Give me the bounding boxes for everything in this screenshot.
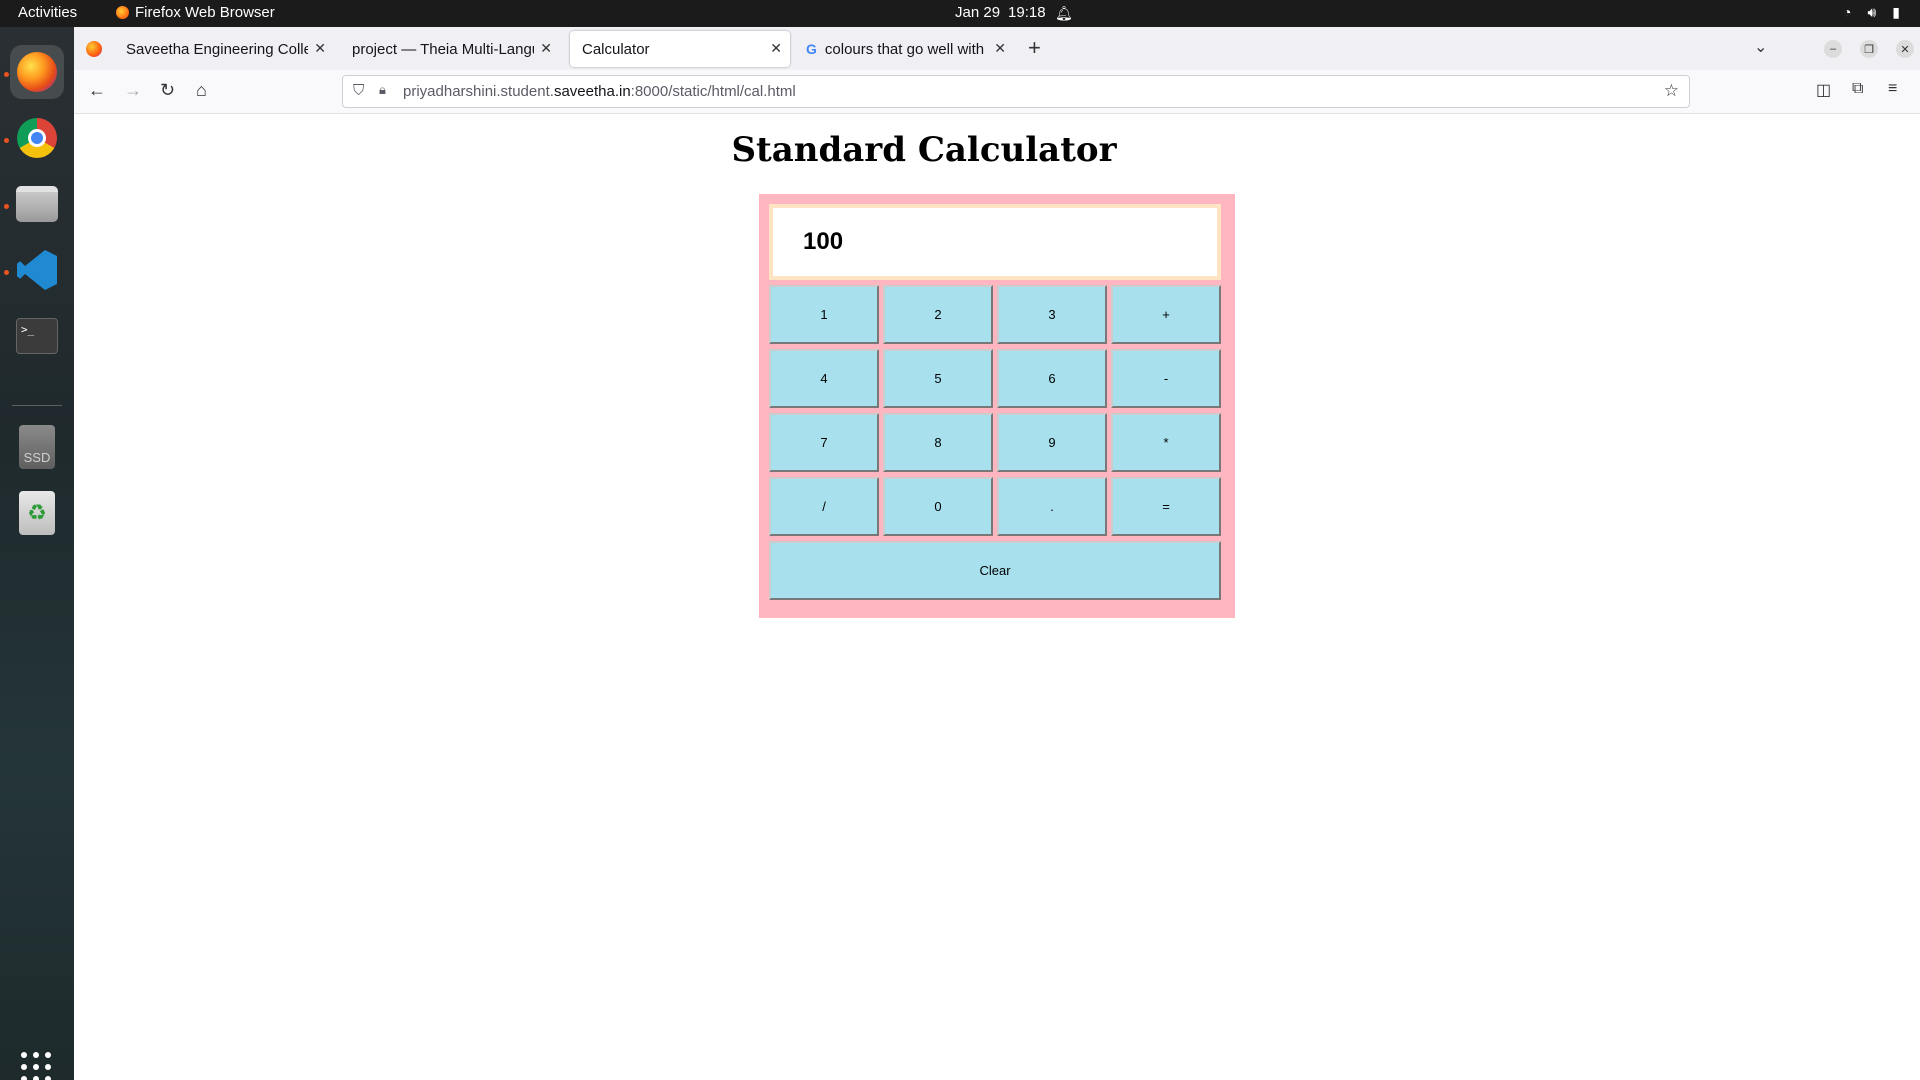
- clock-time: 19:18: [1008, 4, 1046, 21]
- show-apps-icon[interactable]: [21, 1052, 53, 1080]
- vscode-icon: [17, 250, 57, 290]
- firefox-icon: [116, 6, 129, 19]
- app-name-label: Firefox Web Browser: [135, 4, 275, 21]
- dock-trash[interactable]: ♻: [10, 486, 64, 540]
- key-6[interactable]: 6: [997, 349, 1107, 408]
- insecure-lock-icon[interactable]: 🔒︎: [379, 82, 386, 98]
- app-menu[interactable]: Firefox Web Browser: [116, 4, 275, 21]
- dock-vscode[interactable]: [10, 243, 64, 297]
- clock-date: Jan 29: [955, 4, 1001, 21]
- address-bar[interactable]: ⛉ 🔒︎ priyadharshini.student.saveetha.in:…: [342, 75, 1690, 108]
- close-icon[interactable]: ✕: [540, 40, 552, 57]
- key-equals[interactable]: =: [1111, 477, 1221, 536]
- calculator-display: 100: [769, 204, 1221, 280]
- system-menu[interactable]: ◔ 🔊︎ ▮: [1843, 4, 1900, 21]
- new-tab-button[interactable]: +: [1028, 35, 1041, 61]
- tab-title: Calculator: [582, 40, 650, 58]
- dock-files[interactable]: [10, 177, 64, 231]
- clear-button[interactable]: Clear: [769, 541, 1221, 600]
- close-icon[interactable]: ✕: [994, 40, 1006, 57]
- key-7[interactable]: 7: [769, 413, 879, 472]
- sd-card-icon: SSD: [19, 425, 55, 469]
- extensions-icon[interactable]: ⧉: [1852, 80, 1863, 98]
- key-multiply[interactable]: *: [1111, 413, 1221, 472]
- tab-colours[interactable]: G colours that go well with ✕: [794, 31, 1014, 67]
- running-indicator: [4, 270, 9, 275]
- list-all-tabs-chevron-icon[interactable]: ⌄: [1754, 37, 1767, 57]
- close-window-button[interactable]: ✕: [1896, 40, 1914, 58]
- key-2[interactable]: 2: [883, 285, 993, 344]
- dock-separator: [12, 405, 62, 406]
- dock-sd-card[interactable]: SSD: [10, 420, 64, 474]
- battery-icon: ▮: [1892, 4, 1900, 20]
- key-minus[interactable]: -: [1111, 349, 1221, 408]
- key-decimal[interactable]: .: [997, 477, 1107, 536]
- tab-title: project — Theia Multi-Language: [352, 40, 534, 58]
- clock[interactable]: Jan 29 19:18: [955, 4, 1046, 21]
- close-icon[interactable]: ✕: [314, 40, 326, 57]
- forward-arrow-icon[interactable]: →: [124, 80, 142, 101]
- files-icon: [16, 186, 58, 222]
- minimize-button[interactable]: –: [1824, 40, 1842, 58]
- key-4[interactable]: 4: [769, 349, 879, 408]
- key-plus[interactable]: +: [1111, 285, 1221, 344]
- running-indicator: [4, 204, 9, 209]
- keypad: 1 2 3 + 4 5 6 - 7 8 9 * / 0 . = Clear: [769, 285, 1225, 600]
- dock-terminal[interactable]: >_: [10, 309, 64, 363]
- tab-project[interactable]: project — Theia Multi-Language ✕: [340, 31, 560, 67]
- running-indicator: [4, 72, 9, 77]
- calculator: 100 1 2 3 + 4 5 6 - 7 8 9 * / 0 . = Clea…: [759, 194, 1235, 618]
- tracking-protection-shield-icon[interactable]: ⛉: [353, 82, 364, 99]
- tab-title: colours that go well with: [824, 40, 985, 58]
- url-text[interactable]: priyadharshini.student.saveetha.in:8000/…: [403, 83, 796, 100]
- tab-saveetha[interactable]: Saveetha Engineering College ✕: [114, 31, 334, 67]
- key-5[interactable]: 5: [883, 349, 993, 408]
- key-8[interactable]: 8: [883, 413, 993, 472]
- wifi-icon: ◔: [1842, 4, 1852, 20]
- activities-button[interactable]: Activities: [18, 4, 77, 21]
- trash-icon: ♻: [19, 491, 55, 535]
- volume-icon: 🔊︎: [1867, 4, 1877, 20]
- google-icon: G: [806, 41, 817, 57]
- navigation-toolbar: ← → ↻ ⌂ ⛉ 🔒︎ priyadharshini.student.save…: [74, 70, 1920, 114]
- bookmark-star-icon[interactable]: ☆: [1664, 81, 1679, 101]
- menu-hamburger-icon[interactable]: ≡: [1888, 80, 1897, 98]
- reload-icon[interactable]: ↻: [160, 80, 175, 101]
- firefox-view-icon[interactable]: [86, 41, 102, 57]
- key-3[interactable]: 3: [997, 285, 1107, 344]
- pocket-icon[interactable]: ◫: [1816, 80, 1831, 100]
- firefox-icon: [17, 52, 57, 92]
- tab-strip: Saveetha Engineering College ✕ project —…: [74, 27, 1920, 70]
- system-top-bar: Activities Firefox Web Browser Jan 29 19…: [0, 0, 1920, 27]
- back-arrow-icon[interactable]: ←: [88, 80, 106, 101]
- key-1[interactable]: 1: [769, 285, 879, 344]
- key-divide[interactable]: /: [769, 477, 879, 536]
- terminal-icon: >_: [16, 318, 58, 354]
- key-0[interactable]: 0: [883, 477, 993, 536]
- tab-title: Saveetha Engineering College: [126, 40, 308, 58]
- tab-calculator[interactable]: Calculator ✕: [570, 31, 790, 67]
- dock-firefox[interactable]: [10, 45, 64, 99]
- restore-button[interactable]: ❐: [1860, 40, 1878, 58]
- key-9[interactable]: 9: [997, 413, 1107, 472]
- home-icon[interactable]: ⌂: [196, 80, 207, 101]
- dock: >_ SSD ♻: [0, 27, 74, 1080]
- notification-bell-icon: 🔔︎: [1055, 5, 1073, 21]
- close-icon[interactable]: ✕: [770, 40, 782, 57]
- page-title: Standard Calculator: [731, 130, 1117, 170]
